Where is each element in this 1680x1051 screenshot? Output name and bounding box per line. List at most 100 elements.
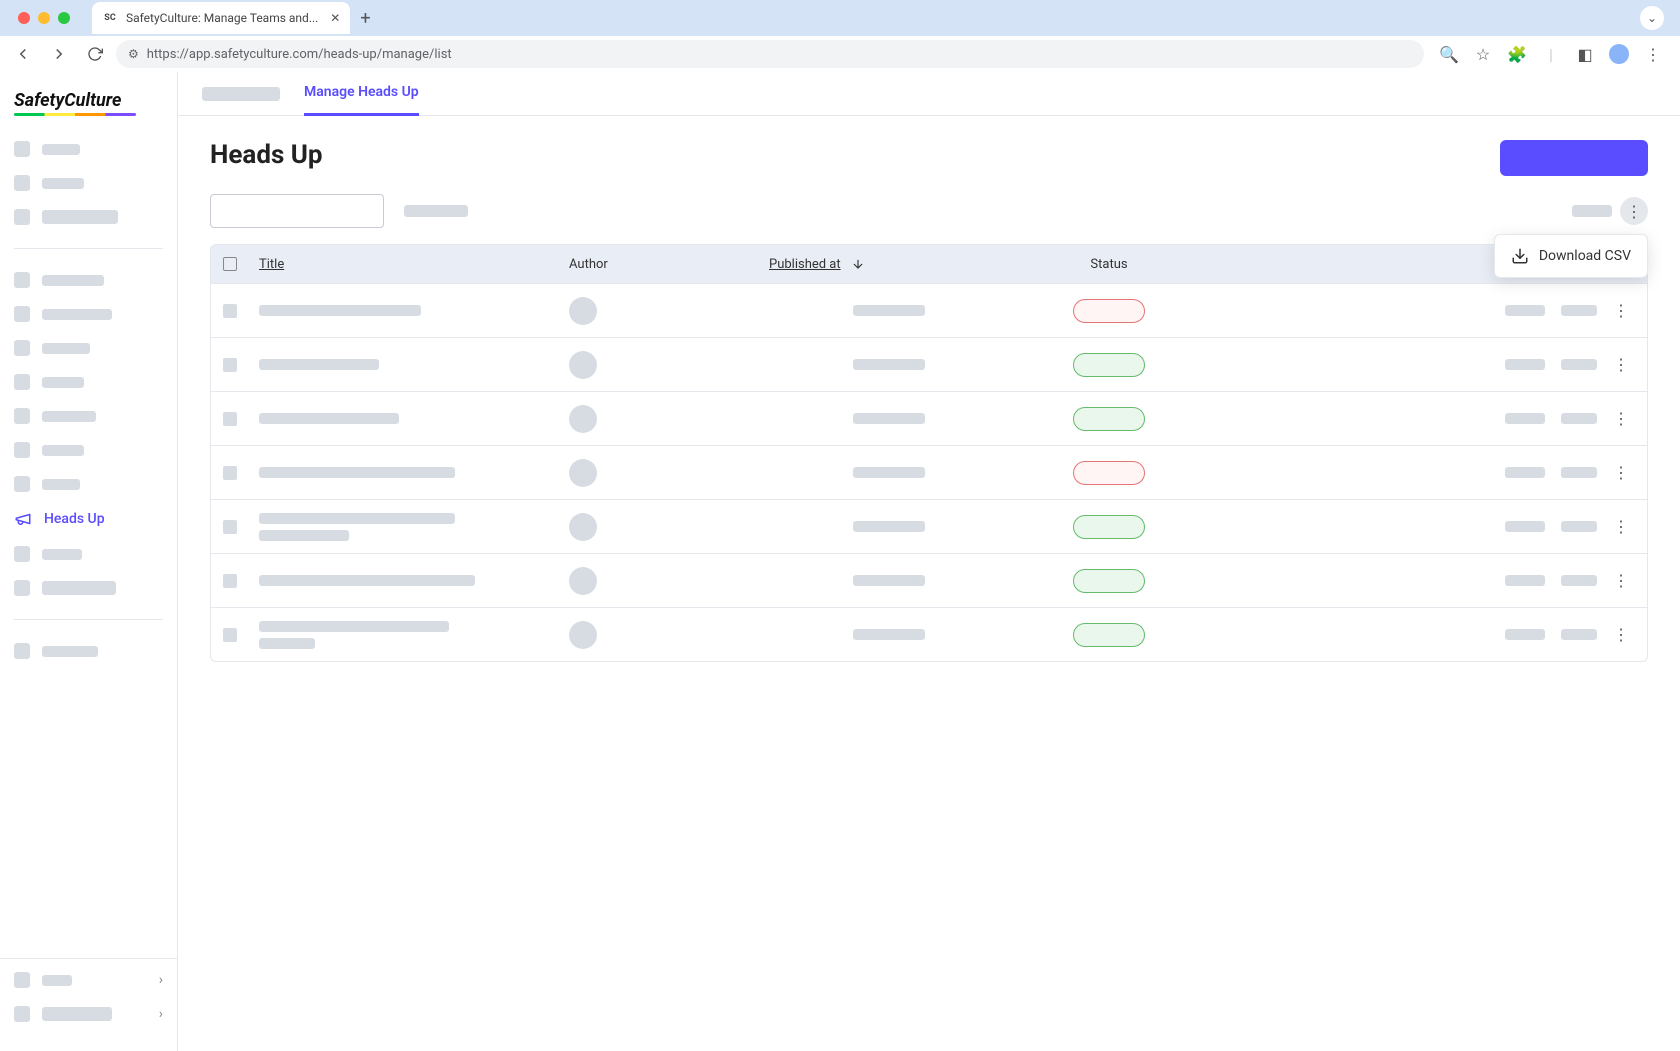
sidebar-footer: › › [0, 958, 177, 1051]
sidebar-item[interactable] [8, 433, 169, 467]
search-input[interactable] [210, 194, 384, 228]
primary-action-button[interactable] [1500, 140, 1648, 176]
bookmark-icon[interactable]: ☆ [1468, 39, 1498, 69]
window-controls [8, 12, 80, 24]
row-checkbox[interactable] [223, 574, 259, 588]
sidebar-item[interactable] [8, 331, 169, 365]
row-more-button[interactable]: ⋮ [1613, 517, 1629, 536]
browser-menu-icon[interactable]: ⋮ [1638, 39, 1668, 69]
row-published [769, 575, 1009, 586]
divider: | [1536, 39, 1566, 69]
sidebar-item[interactable] [8, 467, 169, 501]
filter-placeholder[interactable] [404, 205, 468, 217]
reload-button[interactable] [80, 39, 110, 69]
table-row[interactable]: ⋮ [211, 337, 1647, 391]
browser-tab[interactable]: SC SafetyCulture: Manage Teams and... ✕ [92, 2, 350, 34]
avatar-icon [569, 297, 597, 325]
sidebar-item[interactable] [8, 365, 169, 399]
row-more-button[interactable]: ⋮ [1613, 625, 1629, 644]
row-author [569, 567, 769, 595]
sidebar-item[interactable] [8, 537, 169, 571]
table-row[interactable]: ⋮ [211, 553, 1647, 607]
status-badge [1073, 515, 1145, 539]
extensions-icon[interactable]: 🧩 [1502, 39, 1532, 69]
table-row[interactable]: ⋮ [211, 445, 1647, 499]
row-checkbox[interactable] [223, 466, 259, 480]
sidebar-item[interactable] [8, 200, 169, 234]
sidebar-item[interactable] [8, 399, 169, 433]
sort-placeholder[interactable] [1572, 205, 1612, 217]
column-title[interactable]: Title [259, 257, 569, 272]
sidebar-item-heads-up[interactable]: Heads Up [8, 501, 169, 537]
status-badge [1073, 353, 1145, 377]
row-title [259, 621, 569, 649]
select-all-checkbox[interactable] [223, 257, 259, 271]
brand-logo[interactable]: SafetyCulture [0, 72, 177, 128]
row-published [769, 359, 1009, 370]
megaphone-icon [14, 510, 32, 528]
url-input[interactable]: ⚙ https://app.safetyculture.com/heads-up… [116, 40, 1424, 68]
sidebar-item[interactable] [8, 263, 169, 297]
row-extra: ⋮ [1209, 301, 1635, 320]
sidebar-footer-item[interactable]: › [8, 997, 169, 1031]
row-checkbox[interactable] [223, 412, 259, 426]
row-published [769, 521, 1009, 532]
zoom-icon[interactable]: 🔍 [1434, 39, 1464, 69]
site-settings-icon[interactable]: ⚙ [128, 47, 139, 61]
page-tab-placeholder[interactable] [202, 87, 280, 101]
row-checkbox[interactable] [223, 628, 259, 642]
row-more-button[interactable]: ⋮ [1613, 409, 1629, 428]
row-checkbox[interactable] [223, 304, 259, 318]
favicon-icon: SC [102, 10, 118, 26]
row-checkbox[interactable] [223, 520, 259, 534]
row-title [259, 305, 569, 316]
sidepanel-icon[interactable]: ◧ [1570, 39, 1600, 69]
row-author [569, 621, 769, 649]
column-published[interactable]: Published at [769, 257, 1009, 272]
row-title [259, 575, 569, 586]
row-author [569, 297, 769, 325]
row-more-button[interactable]: ⋮ [1613, 355, 1629, 374]
row-title [259, 413, 569, 424]
sidebar-item[interactable] [8, 132, 169, 166]
sidebar-footer-item[interactable]: › [8, 963, 169, 997]
table-row[interactable]: ⋮ [211, 499, 1647, 553]
close-tab-icon[interactable]: ✕ [326, 11, 340, 25]
row-more-button[interactable]: ⋮ [1613, 463, 1629, 482]
avatar-icon [569, 405, 597, 433]
browser-chrome: SC SafetyCulture: Manage Teams and... ✕ … [0, 0, 1680, 72]
more-actions-button[interactable]: ⋮ [1620, 197, 1648, 225]
row-title [259, 513, 569, 541]
row-published [769, 467, 1009, 478]
profile-icon[interactable] [1604, 39, 1634, 69]
minimize-window-icon[interactable] [38, 12, 50, 24]
row-more-button[interactable]: ⋮ [1613, 571, 1629, 590]
row-more-button[interactable]: ⋮ [1613, 301, 1629, 320]
sidebar-item[interactable] [8, 571, 169, 605]
sidebar-item[interactable] [8, 297, 169, 331]
status-badge [1073, 299, 1145, 323]
new-tab-button[interactable]: + [350, 8, 380, 29]
page-tab-manage[interactable]: Manage Heads Up [304, 72, 419, 116]
back-button[interactable] [8, 39, 38, 69]
status-badge [1073, 461, 1145, 485]
table-row[interactable]: ⋮ [211, 391, 1647, 445]
table-row[interactable]: ⋮ [211, 283, 1647, 337]
chevron-right-icon: › [159, 1006, 163, 1022]
forward-button[interactable] [44, 39, 74, 69]
close-window-icon[interactable] [18, 12, 30, 24]
download-csv-item[interactable]: Download CSV [1499, 239, 1643, 273]
sidebar-item[interactable] [8, 634, 169, 668]
row-published [769, 413, 1009, 424]
column-author[interactable]: Author [569, 257, 769, 272]
tab-title: SafetyCulture: Manage Teams and... [126, 11, 318, 25]
url-text: https://app.safetyculture.com/heads-up/m… [147, 47, 452, 62]
sidebar-item[interactable] [8, 166, 169, 200]
tabs-dropdown-button[interactable]: ⌄ [1640, 6, 1664, 30]
row-checkbox[interactable] [223, 358, 259, 372]
row-extra: ⋮ [1209, 463, 1635, 482]
table-row[interactable]: ⋮ [211, 607, 1647, 661]
download-csv-label: Download CSV [1539, 248, 1631, 264]
maximize-window-icon[interactable] [58, 12, 70, 24]
page-tabs: Manage Heads Up [178, 72, 1680, 116]
